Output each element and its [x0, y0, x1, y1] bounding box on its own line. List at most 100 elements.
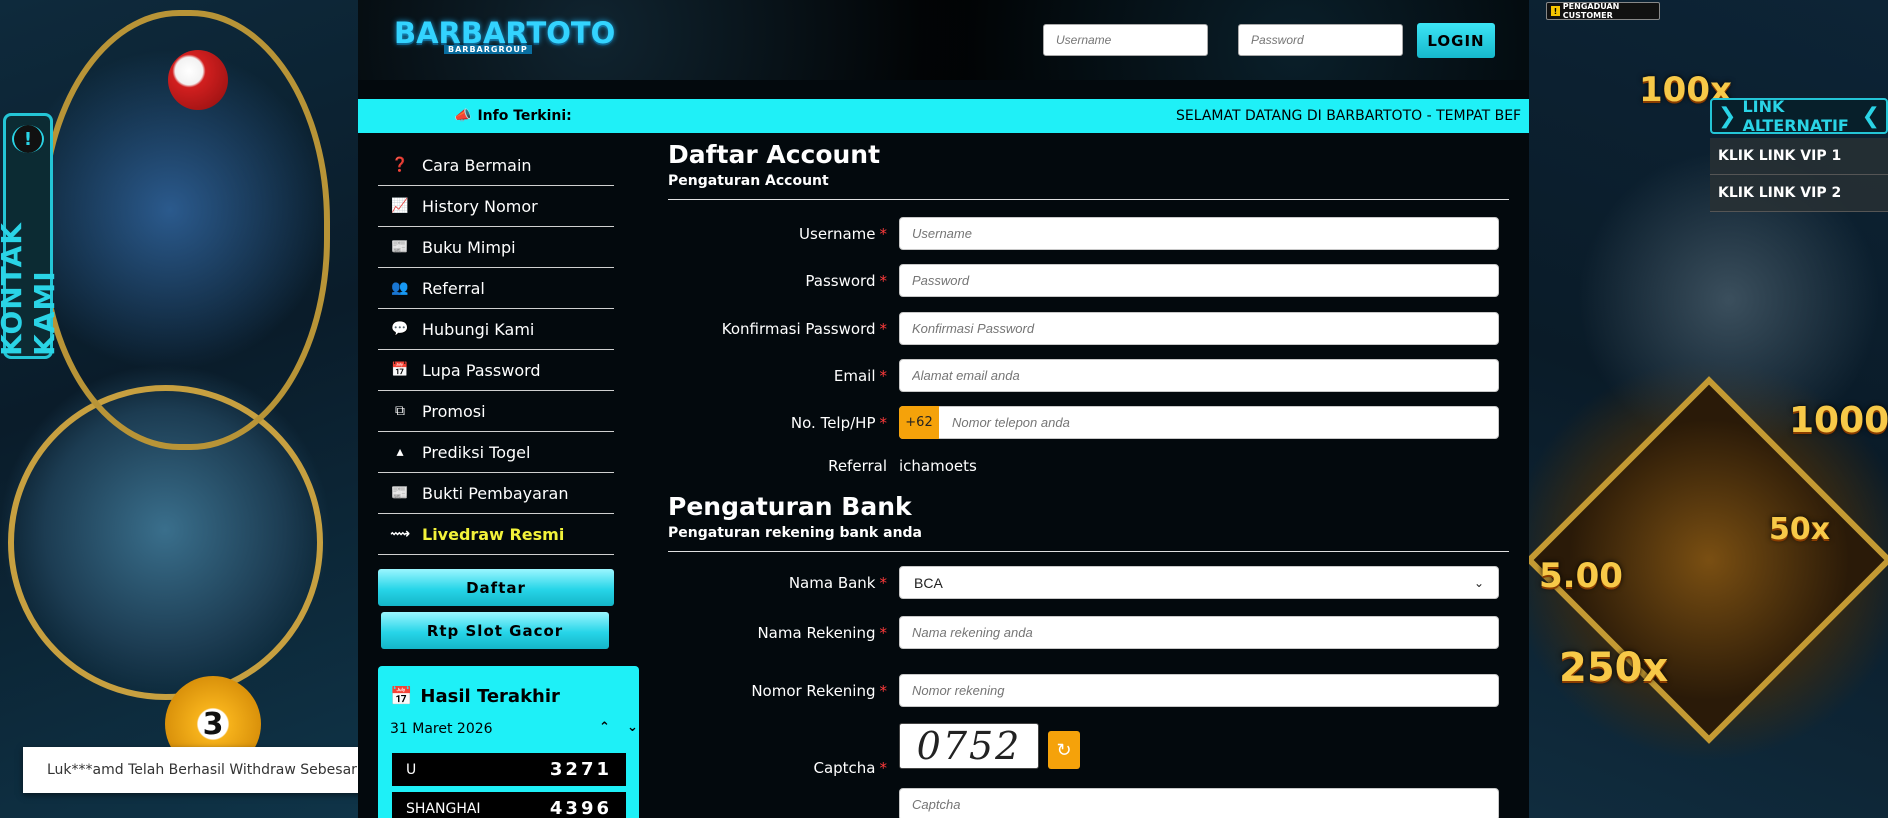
sidebar-item-livedraw-resmi[interactable]: ⟿ Livedraw Resmi [378, 514, 614, 555]
sidebar-nav: ❓ Cara Bermain 📈 History Nomor 📰 Buku Mi… [378, 145, 614, 649]
sidebar-item-label: Hubungi Kami [422, 319, 535, 339]
pengaduan-customer-button[interactable]: ! PENGADUAN CUSTOMER [1546, 2, 1660, 20]
calendar-icon: 📅 [391, 362, 409, 378]
vip-link-2[interactable]: KLIK LINK VIP 2 [1710, 175, 1888, 212]
daftar-button[interactable]: Daftar [378, 569, 614, 606]
sidebar-item-label: Lupa Password [422, 360, 541, 380]
pengaduan-label: PENGADUAN CUSTOMER [1562, 2, 1620, 20]
decor-badge: 250x [1559, 645, 1669, 691]
result-row: U 3271 [392, 753, 626, 786]
referral-row: Referral ichamoets [668, 453, 1509, 489]
sidebar-item-label: Promosi [422, 401, 486, 421]
sidebar-item-buku-mimpi[interactable]: 📰 Buku Mimpi [378, 227, 614, 268]
password-input[interactable] [899, 264, 1499, 297]
login-button[interactable]: LOGIN [1417, 23, 1495, 58]
account-title: Daftar Account [668, 140, 881, 169]
username-label: Username * [799, 225, 887, 243]
header-password-input[interactable] [1238, 24, 1403, 56]
sidebar-item-label: History Nomor [422, 196, 538, 216]
megaphone-icon: 📣 [454, 108, 472, 124]
nama-rekening-input[interactable] [899, 616, 1499, 649]
result-market: U [406, 761, 417, 778]
sidebar-item-promosi[interactable]: ⧉ Promosi [378, 391, 614, 432]
kontak-label: KONTAK KAMI [0, 222, 61, 356]
ticker-marquee: SELAMAT DATANG DI BARBARTOTO - TEMPAT BE… [1176, 108, 1522, 124]
result-number: 4396 [549, 798, 612, 818]
konfirmasi-password-input[interactable] [899, 312, 1499, 345]
result-row: SHANGHAI 4396 [392, 792, 626, 818]
newspaper-icon: 📰 [391, 485, 409, 501]
nomor-rekening-label: Nomor Rekening * [751, 682, 887, 700]
header-username-input[interactable] [1043, 24, 1208, 56]
email-row: Email * [668, 359, 1509, 395]
link-alternatif-header[interactable]: ❯ LINK ALTERNATIF ❮ [1710, 97, 1888, 135]
left-decor-panel: 3 ! KONTAK KAMI [0, 0, 358, 818]
hasil-title: 📅 Hasil Terakhir [390, 686, 560, 707]
nama-bank-row: Nama Bank * BCA ⌄ [668, 566, 1509, 602]
chevron-up-icon[interactable]: ⌃ [599, 720, 610, 735]
chevron-down-icon[interactable]: ⌄ [627, 720, 638, 735]
email-input[interactable] [899, 359, 1499, 392]
sidebar-item-cara-bermain[interactable]: ❓ Cara Bermain [378, 145, 614, 186]
sidebar-item-label: Referral [422, 278, 485, 298]
link-alternatif-label: LINK ALTERNATIF [1742, 97, 1849, 135]
sidebar-item-bukti-pembayaran[interactable]: 📰 Bukti Pembayaran [378, 473, 614, 514]
nomor-rekening-row: Nomor Rekening * [668, 674, 1509, 710]
sidebar-item-lupa-password[interactable]: 📅 Lupa Password [378, 350, 614, 391]
rss-icon: ⟿ [389, 526, 411, 542]
sidebar-item-label: Cara Bermain [422, 155, 532, 175]
nama-bank-label: Nama Bank * [788, 574, 887, 592]
question-icon: ❓ [391, 157, 409, 173]
account-subtitle: Pengaturan Account [668, 173, 829, 189]
referral-value: ichamoets [899, 457, 977, 475]
vip-link-1[interactable]: KLIK LINK VIP 1 [1710, 138, 1888, 175]
bank-section: Pengaturan Bank Pengaturan rekening bank… [668, 492, 1509, 552]
chat-icon: 💬 [391, 321, 409, 337]
alert-icon: ! [1551, 6, 1560, 16]
sidebar-item-hubungi-kami[interactable]: 💬 Hubungi Kami [378, 309, 614, 350]
password-row: Password * [668, 264, 1509, 300]
sidebar-item-label: Prediksi Togel [422, 442, 531, 462]
sidebar-item-history-nomor[interactable]: 📈 History Nomor [378, 186, 614, 227]
chevron-down-icon: ⌄ [1473, 575, 1484, 590]
captcha-label: Captcha * [813, 759, 887, 777]
ticker-info-label: Info Terkini: [477, 108, 572, 124]
nama-rekening-label: Nama Rekening * [757, 624, 887, 642]
divider [668, 551, 1509, 552]
result-market: SHANGHAI [406, 800, 481, 817]
result-number: 3271 [549, 759, 612, 780]
captcha-row: Captcha * 0752 ↻ [668, 723, 1509, 783]
alert-icon: ! [9, 122, 47, 156]
username-row: Username * [668, 217, 1509, 253]
calendar-icon: 📅 [390, 686, 413, 707]
area-chart-icon: ▴ [396, 444, 404, 460]
bank-subtitle: Pengaturan rekening bank anda [668, 525, 923, 541]
nama-bank-select[interactable]: BCA ⌄ [899, 566, 1499, 599]
chart-line-icon: 📈 [391, 198, 409, 214]
refresh-captcha-icon[interactable]: ↻ [1048, 731, 1080, 769]
sidebar-item-label: Bukti Pembayaran [422, 483, 569, 503]
email-label: Email * [833, 367, 887, 385]
phone-prefix: +62 [899, 406, 939, 439]
konfirmasi-password-row: Konfirmasi Password * [668, 312, 1509, 348]
nomor-rekening-input[interactable] [899, 674, 1499, 707]
clone-icon: ⧉ [395, 403, 405, 419]
referral-label: Referral [828, 457, 887, 475]
sidebar-item-label: Buku Mimpi [422, 237, 516, 257]
decor-badge: 1000x [1789, 400, 1888, 441]
phone-row: No. Telp/HP* +62 [668, 406, 1509, 442]
nama-rekening-row: Nama Rekening * [668, 616, 1509, 652]
rtp-slot-gacor-button[interactable]: Rtp Slot Gacor [381, 612, 609, 649]
sidebar-item-referral[interactable]: 👥 Referral [378, 268, 614, 309]
decor-badge: 5.00 [1539, 556, 1623, 596]
captcha-input[interactable] [899, 788, 1499, 818]
hasil-terakhir-panel: 📅 Hasil Terakhir 31 Maret 2026 ⌃ ⌄ U 327… [378, 666, 639, 818]
sidebar-item-prediksi-togel[interactable]: ▴ Prediksi Togel [378, 432, 614, 473]
logo-subtitle: BARBARGROUP [444, 45, 532, 54]
phone-input[interactable] [899, 406, 1499, 439]
username-input[interactable] [899, 217, 1499, 250]
main-content-area: BARBARTOTO BARBARGROUP LOGIN 📣 Info Terk… [358, 0, 1529, 818]
site-header: BARBARTOTO BARBARGROUP LOGIN [358, 0, 1529, 80]
vip-links-menu: KLIK LINK VIP 1 KLIK LINK VIP 2 [1710, 138, 1888, 212]
kontak-kami-tab[interactable]: ! KONTAK KAMI [0, 113, 61, 359]
